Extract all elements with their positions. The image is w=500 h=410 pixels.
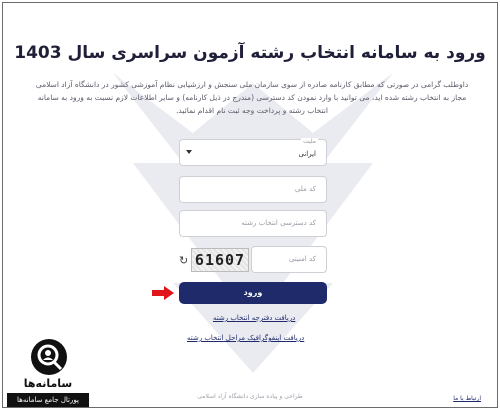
access-code-field[interactable]: کد دسترسی انتخاب رشته bbox=[179, 210, 327, 237]
page-frame: ورود به سامانه انتخاب رشته آزمون سراسری … bbox=[2, 2, 498, 408]
infographic-download-link[interactable]: دریافت اینفوگرافیک مراحل انتخاب رشته bbox=[187, 334, 304, 342]
access-code-placeholder: کد دسترسی انتخاب رشته bbox=[241, 219, 316, 227]
logo-subtitle: پورتال جامع سامانه‌ها bbox=[7, 393, 89, 407]
captcha: ↻ 61607 bbox=[179, 246, 249, 273]
booklet-download-link[interactable]: دریافت دفترچه انتخاب رشته bbox=[213, 314, 295, 322]
captcha-field[interactable]: کد امنیتی bbox=[251, 246, 327, 273]
captcha-image: 61607 bbox=[191, 248, 249, 272]
nationality-caption: ملیت bbox=[301, 138, 318, 145]
nationality-value: ایرانی bbox=[298, 150, 316, 158]
magnifier-person-icon bbox=[31, 339, 67, 375]
nationality-select[interactable]: ملیت ایرانی bbox=[179, 138, 327, 166]
contact-link[interactable]: ارتباط با ما bbox=[453, 395, 481, 402]
captcha-placeholder: کد امنیتی bbox=[288, 255, 316, 263]
page-description: داوطلب گرامی در صورتی که مطابق کارنامه ص… bbox=[35, 80, 469, 115]
site-logo: سامانه‌ها پورتال جامع سامانه‌ها bbox=[7, 339, 89, 407]
page-title: ورود به سامانه انتخاب رشته آزمون سراسری … bbox=[14, 43, 486, 63]
login-button[interactable]: ورود bbox=[179, 282, 327, 304]
arrow-right-icon bbox=[152, 286, 174, 300]
national-code-field[interactable]: کد ملی bbox=[179, 176, 327, 203]
chevron-down-icon bbox=[186, 150, 192, 154]
logo-name: سامانه‌ها bbox=[23, 377, 73, 390]
national-code-placeholder: کد ملی bbox=[294, 185, 316, 193]
refresh-icon[interactable]: ↻ bbox=[179, 254, 188, 267]
